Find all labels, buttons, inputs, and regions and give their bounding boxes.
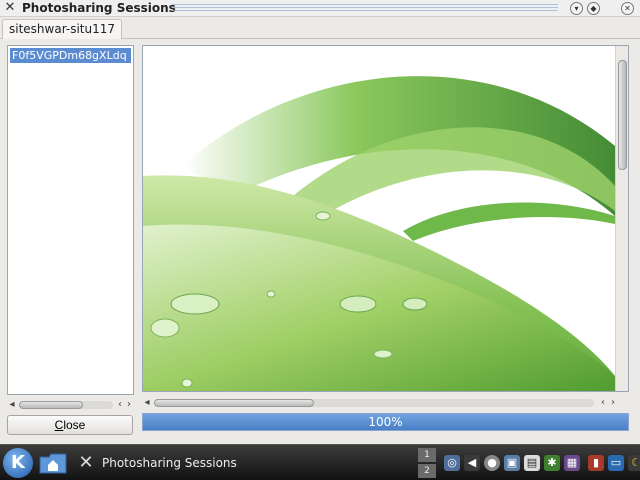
desktop-1[interactable]: 1 xyxy=(418,448,436,462)
scrollbar-thumb[interactable] xyxy=(154,399,314,407)
disc-icon[interactable]: ● xyxy=(484,455,500,471)
task-label: Photosharing Sessions xyxy=(102,456,237,470)
scroll-right-icon[interactable]: › xyxy=(608,397,618,409)
titlebar-decoration xyxy=(172,4,558,13)
photo-viewer[interactable] xyxy=(142,45,629,392)
session-tabbar: siteshwar-situ117 xyxy=(0,17,640,39)
tab-session[interactable]: siteshwar-situ117 xyxy=(2,19,122,39)
scroll-right-icon[interactable]: › xyxy=(124,399,134,411)
printer-icon[interactable]: ▣ xyxy=(504,455,520,471)
upload-progress-bar: 100% xyxy=(142,413,629,431)
progress-label: 100% xyxy=(368,415,403,429)
battery-icon[interactable]: ▮ xyxy=(588,455,604,471)
close-window-icon[interactable]: ✕ xyxy=(621,2,634,15)
scroll-left-icon[interactable]: ‹ xyxy=(598,397,608,409)
desktop-pager[interactable]: 1 2 xyxy=(418,448,436,478)
list-item[interactable]: F0f5VGPDm68gXLdq xyxy=(10,48,131,63)
viewer-horizontal-scrollbar[interactable]: ◂ ‹ › xyxy=(142,397,629,409)
taskbar: K ✕ Photosharing Sessions 1 2 ◎ ◀ ● ▣ ▤ … xyxy=(0,444,640,480)
viewer-vertical-scrollbar[interactable] xyxy=(615,46,628,391)
close-button[interactable]: Close xyxy=(7,415,133,435)
window-titlebar[interactable]: ✕ Photosharing Sessions ▾ ◆ ✕ xyxy=(0,0,640,17)
app-x-icon[interactable]: ✕ xyxy=(3,1,17,15)
clipboard-icon[interactable]: ▤ xyxy=(524,455,540,471)
session-list[interactable]: F0f5VGPDm68gXLdq xyxy=(7,45,134,395)
desktop-2[interactable]: 2 xyxy=(418,464,436,478)
scrollbar-track[interactable] xyxy=(154,399,594,407)
kde-menu-icon[interactable]: K xyxy=(3,448,33,478)
scrollbar-thumb[interactable] xyxy=(618,60,627,170)
photo-image xyxy=(143,46,615,391)
scrollbar-track[interactable] xyxy=(19,401,113,409)
moon-icon[interactable]: ☾ xyxy=(628,455,640,471)
volume-icon[interactable]: ◀ xyxy=(464,455,480,471)
gear-icon[interactable]: ✱ xyxy=(544,455,560,471)
scroll-left-icon[interactable]: ◂ xyxy=(142,397,152,409)
scrollbar-thumb[interactable] xyxy=(19,401,83,409)
network-icon[interactable]: ◎ xyxy=(444,455,460,471)
taskbar-task-photosharing[interactable]: ✕ Photosharing Sessions xyxy=(74,449,414,477)
scroll-left-icon[interactable]: ◂ xyxy=(7,399,17,411)
app-x-icon: ✕ xyxy=(78,452,94,473)
minimize-icon[interactable]: ▾ xyxy=(570,2,583,15)
update-icon[interactable]: ▦ xyxy=(564,455,580,471)
list-horizontal-scrollbar[interactable]: ◂ ‹ › xyxy=(7,399,134,411)
display-icon[interactable]: ▭ xyxy=(608,455,624,471)
maximize-icon[interactable]: ◆ xyxy=(587,2,600,15)
home-folder-icon[interactable] xyxy=(38,451,68,475)
window-title: Photosharing Sessions xyxy=(22,1,176,15)
